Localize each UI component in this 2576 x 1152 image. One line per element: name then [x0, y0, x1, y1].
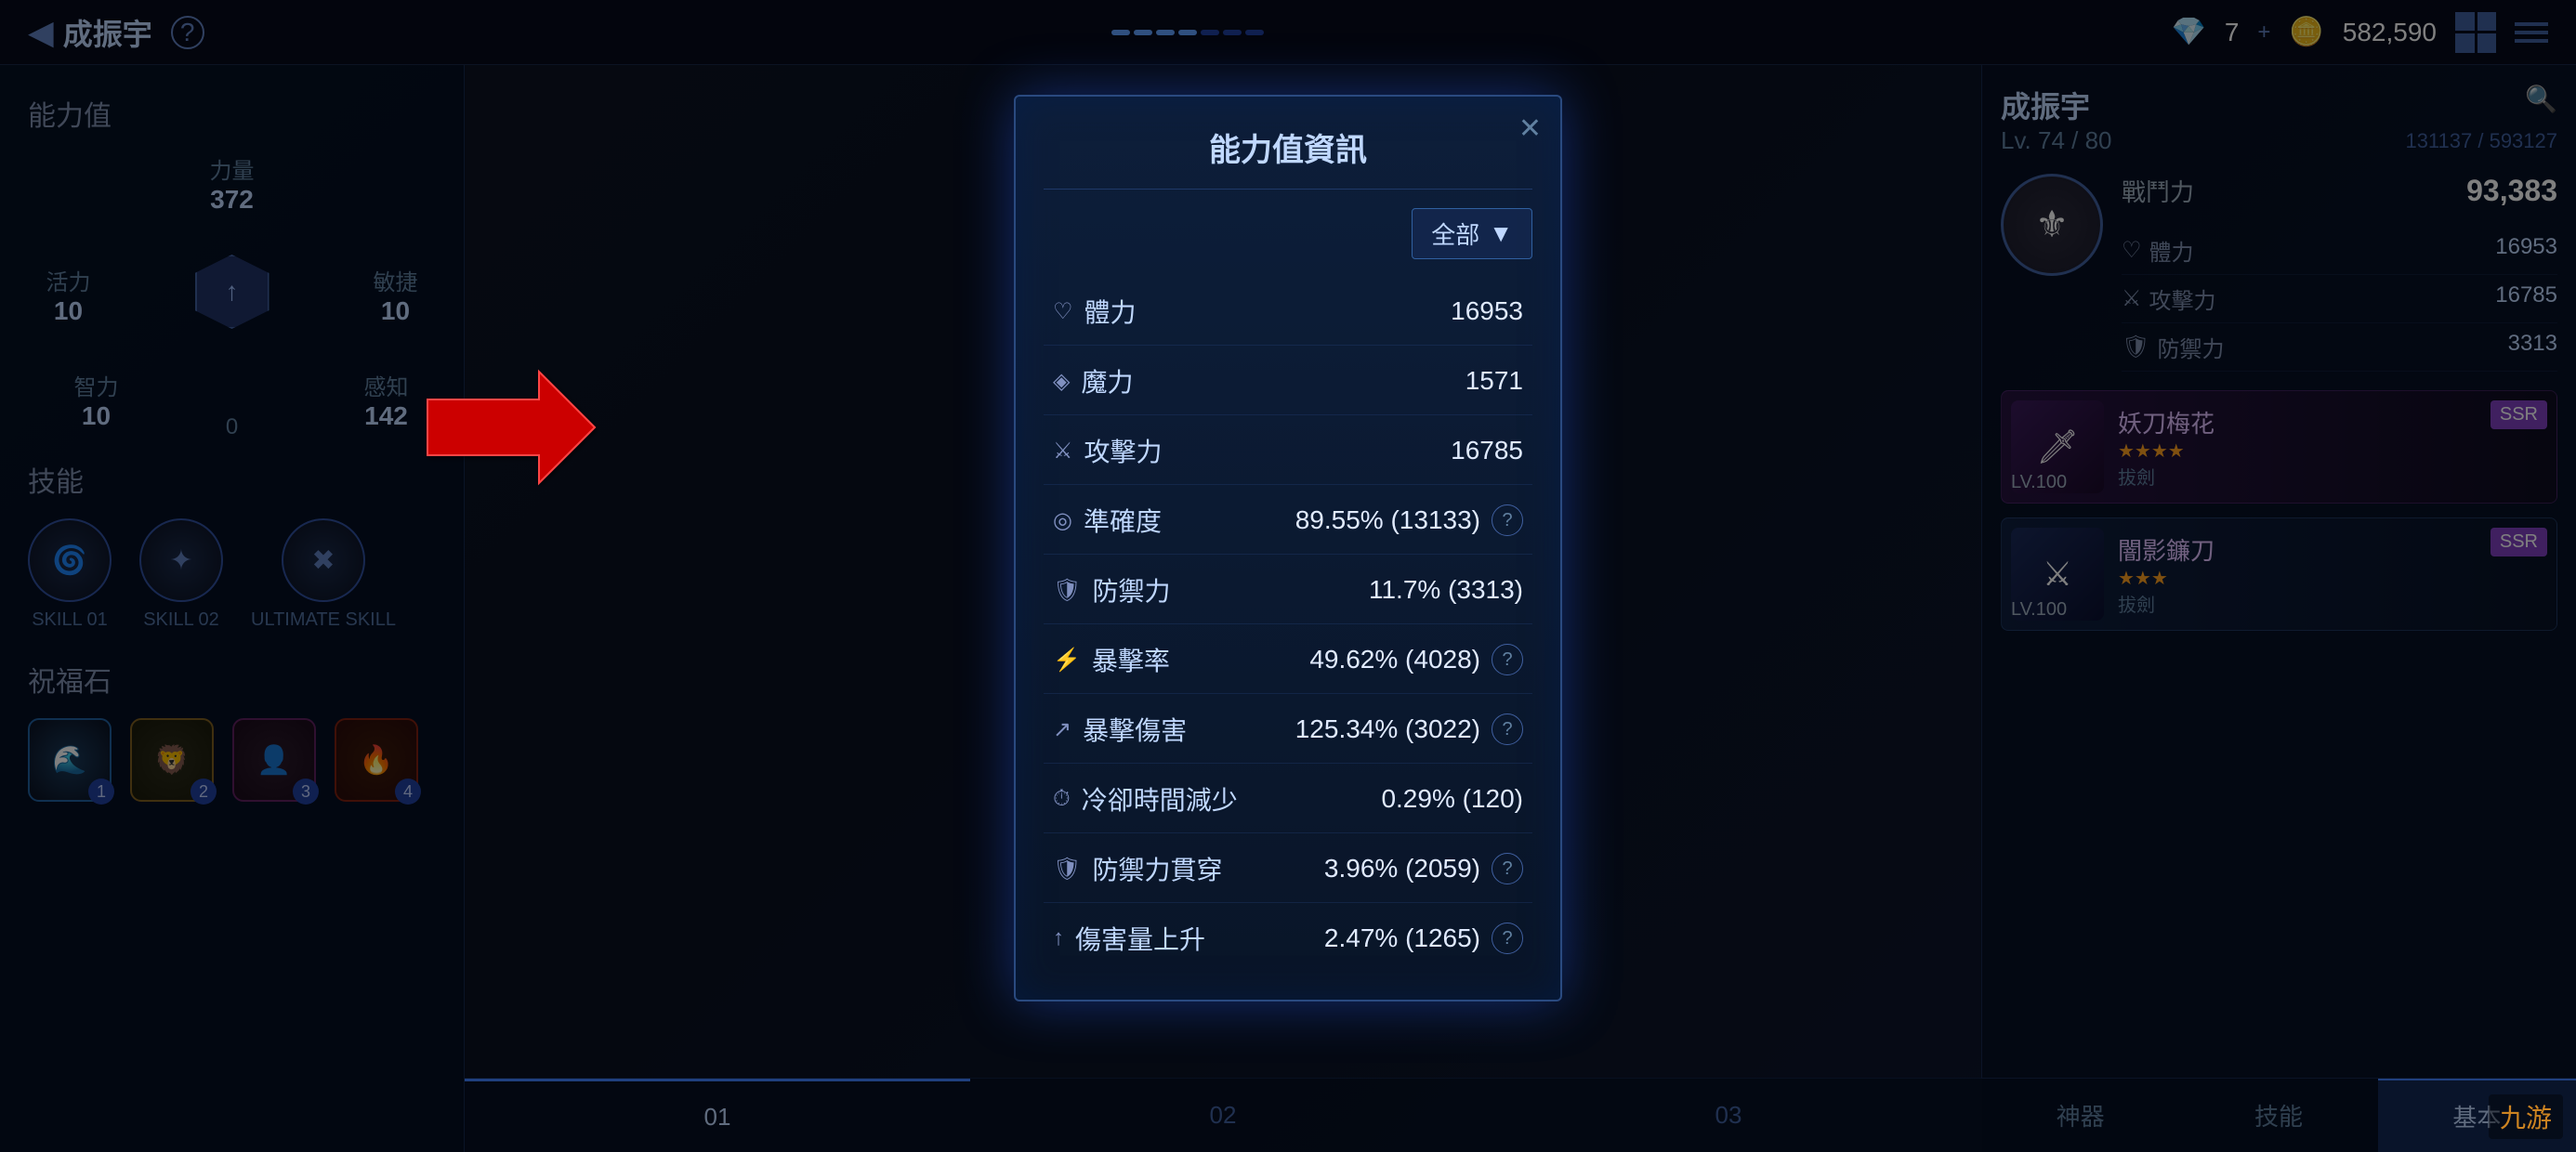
crit-dmg-modal-icon: ↗ [1053, 716, 1071, 743]
modal-filter: 全部 ▼ [1044, 208, 1532, 259]
def-pen-help-button[interactable]: ? [1492, 853, 1523, 884]
modal-stat-atk-value: 16785 [1451, 436, 1523, 465]
modal-stat-row-crit-dmg: ↗ 暴擊傷害 125.34% (3022) ? [1044, 696, 1532, 764]
app-logo: 九游 [2489, 1094, 2563, 1139]
modal-stat-crit-dmg-value: 125.34% (3022) ? [1295, 713, 1523, 745]
filter-label: 全部 [1431, 216, 1479, 251]
dmg-up-modal-icon: ↑ [1053, 925, 1064, 951]
modal-stat-row-def: 🛡 防禦力 11.7% (3313) [1044, 556, 1532, 624]
dmg-up-help-button[interactable]: ? [1492, 923, 1523, 954]
modal-stat-def-label: 🛡 防禦力 [1053, 571, 1170, 609]
modal-stat-mp-value: 1571 [1465, 366, 1523, 396]
modal-stat-dmg-up-value: 2.47% (1265) ? [1324, 923, 1523, 954]
modal-stat-dmg-up-label: ↑ 傷害量上升 [1053, 920, 1205, 957]
atk-modal-icon: ⚔ [1053, 438, 1073, 465]
modal-stat-row-def-pen: 🛡 防禦力貫穿 3.96% (2059) ? [1044, 835, 1532, 903]
modal-stat-crit-value: 49.62% (4028) ? [1309, 644, 1523, 675]
accuracy-help-button[interactable]: ? [1492, 504, 1523, 536]
modal-stat-row-accuracy: ◎ 準確度 89.55% (13133) ? [1044, 487, 1532, 555]
crit-dmg-help-button[interactable]: ? [1492, 713, 1523, 745]
stats-modal: 能力值資訊 ✕ 全部 ▼ ♡ 體力 16953 [1014, 95, 1562, 1001]
modal-stat-accuracy-value: 89.55% (13133) ? [1295, 504, 1523, 536]
modal-stat-mp-label: ◈ 魔力 [1053, 362, 1133, 399]
modal-stat-crit-label: ⚡ 暴擊率 [1053, 641, 1170, 678]
cooldown-modal-icon: ⏱ [1053, 786, 1071, 812]
modal-stat-list: ♡ 體力 16953 ◈ 魔力 1571 ⚔ [1044, 278, 1532, 972]
modal-stat-def-value: 11.7% (3313) [1369, 575, 1523, 605]
modal-stat-row-dmg-up: ↑ 傷害量上升 2.47% (1265) ? [1044, 905, 1532, 972]
modal-stat-atk-label: ⚔ 攻擊力 [1053, 432, 1163, 469]
modal-stat-hp-label: ♡ 體力 [1053, 293, 1137, 330]
hp-modal-icon: ♡ [1053, 298, 1073, 325]
modal-stat-row-cooldown: ⏱ 冷卻時間減少 0.29% (120) [1044, 766, 1532, 833]
modal-stat-def-pen-value: 3.96% (2059) ? [1324, 853, 1523, 884]
accuracy-modal-icon: ◎ [1053, 507, 1072, 534]
modal-stat-cooldown-value: 0.29% (120) [1381, 784, 1523, 814]
modal-stat-row-atk: ⚔ 攻擊力 16785 [1044, 417, 1532, 485]
filter-dropdown[interactable]: 全部 ▼ [1412, 208, 1532, 259]
modal-stat-crit-dmg-label: ↗ 暴擊傷害 [1053, 711, 1187, 748]
mp-modal-icon: ◈ [1053, 368, 1070, 395]
modal-stat-accuracy-label: ◎ 準確度 [1053, 502, 1162, 539]
def-pen-modal-icon: 🛡 [1053, 856, 1081, 883]
modal-close-button[interactable]: ✕ [1518, 115, 1542, 143]
modal-stat-cooldown-label: ⏱ 冷卻時間減少 [1053, 780, 1238, 818]
crit-help-button[interactable]: ? [1492, 644, 1523, 675]
modal-stat-row-crit: ⚡ 暴擊率 49.62% (4028) ? [1044, 626, 1532, 694]
filter-arrow-icon: ▼ [1489, 219, 1513, 248]
modal-stat-hp-value: 16953 [1451, 296, 1523, 326]
def-modal-icon: 🛡 [1053, 577, 1081, 604]
modal-stat-def-pen-label: 🛡 防禦力貫穿 [1053, 850, 1222, 887]
modal-title: 能力值資訊 [1044, 124, 1532, 170]
modal-divider [1044, 189, 1532, 190]
modal-overlay: 能力值資訊 ✕ 全部 ▼ ♡ 體力 16953 [0, 0, 2576, 1152]
modal-stat-row-mp: ◈ 魔力 1571 [1044, 347, 1532, 415]
crit-modal-icon: ⚡ [1053, 647, 1081, 674]
modal-stat-row-hp: ♡ 體力 16953 [1044, 278, 1532, 346]
